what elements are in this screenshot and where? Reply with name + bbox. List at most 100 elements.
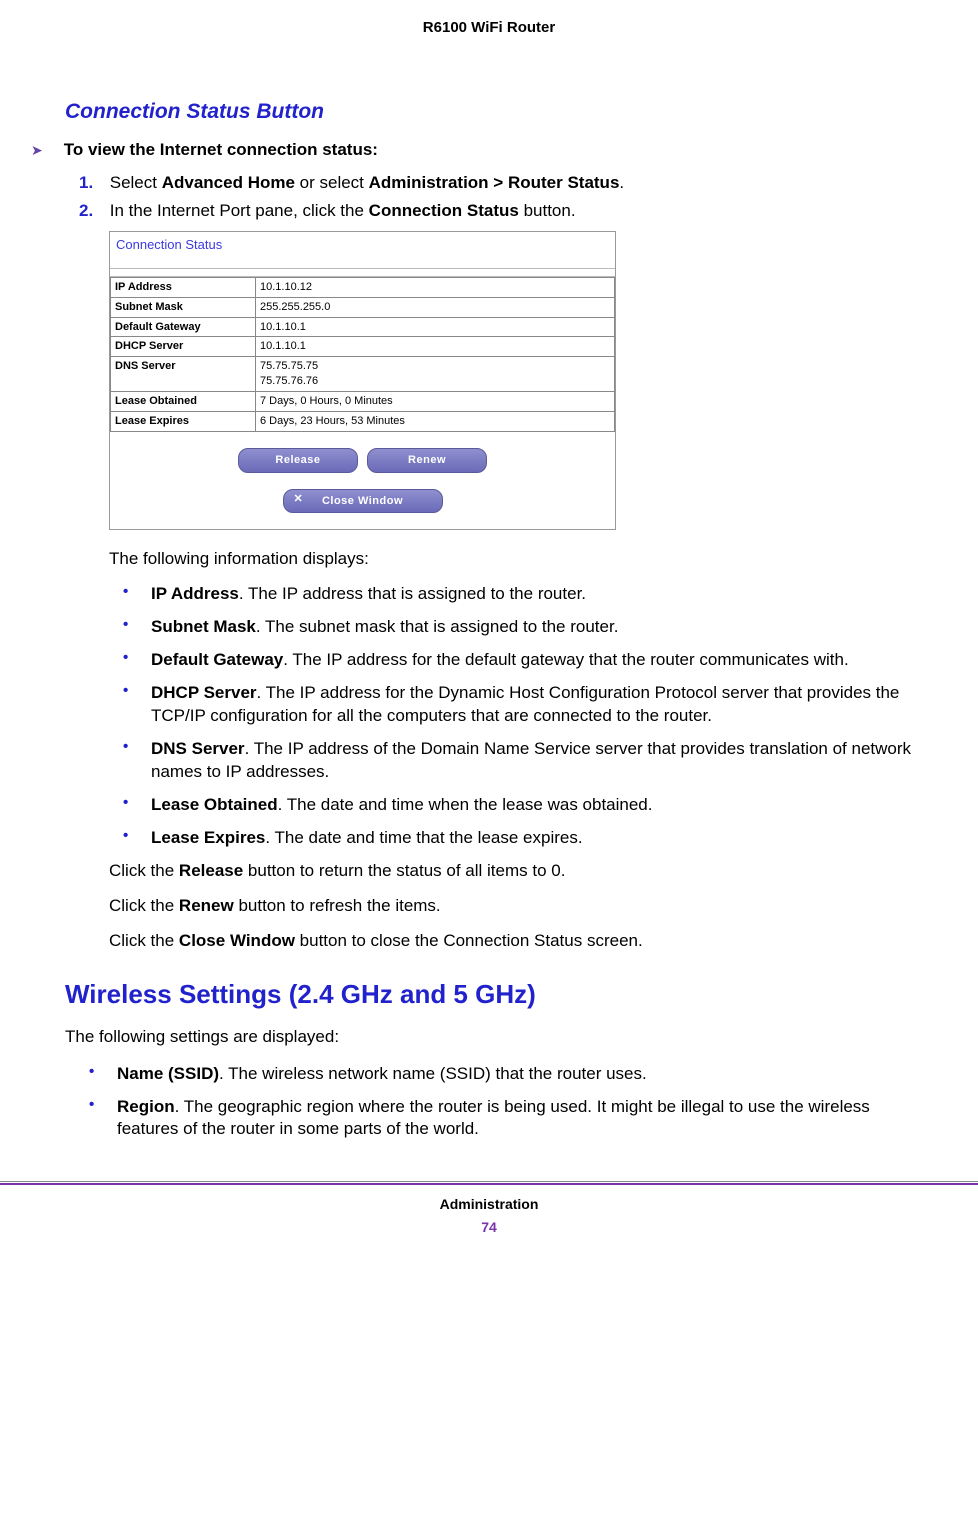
wireless-field-list: •Name (SSID). The wireless network name …	[89, 1063, 913, 1142]
paragraph: Click the Close Window button to close t…	[109, 930, 913, 953]
text: button.	[519, 201, 576, 220]
bold: Renew	[179, 896, 234, 915]
step-text: Select Advanced Home or select Administr…	[110, 172, 910, 195]
page-footer: Administration 74	[0, 1181, 978, 1257]
status-table: IP Address10.1.10.12 Subnet Mask255.255.…	[110, 277, 615, 432]
bullet-icon: •	[89, 1063, 117, 1086]
list-text: Lease Expires. The date and time that th…	[151, 827, 913, 850]
heading-wireless-settings: Wireless Settings (2.4 GHz and 5 GHz)	[65, 977, 913, 1012]
dialog-title: Connection Status	[110, 232, 615, 269]
table-row: DNS Server75.75.75.75 75.75.76.76	[111, 357, 615, 392]
table-row: Subnet Mask255.255.255.0	[111, 297, 615, 317]
label: Lease Expires	[111, 411, 256, 431]
intro-text: The following settings are displayed:	[65, 1026, 913, 1049]
value: 10.1.10.12	[256, 277, 615, 297]
step-1: 1. Select Advanced Home or select Admini…	[79, 172, 913, 195]
text: .	[619, 173, 624, 192]
release-button[interactable]: Release	[238, 448, 358, 473]
close-window-button[interactable]: ✕ Close Window	[283, 489, 443, 514]
value: 10.1.10.1	[256, 337, 615, 357]
label: DNS Server	[111, 357, 256, 392]
bullet-icon: •	[123, 616, 151, 639]
list-item: •Default Gateway. The IP address for the…	[123, 649, 913, 672]
field-desc: . The subnet mask that is assigned to th…	[256, 617, 619, 636]
field-label: Region	[117, 1097, 175, 1116]
list-item: •DHCP Server. The IP address for the Dyn…	[123, 682, 913, 728]
bold: Advanced Home	[162, 173, 295, 192]
list-text: Name (SSID). The wireless network name (…	[117, 1063, 913, 1086]
label: Lease Obtained	[111, 392, 256, 412]
field-list: •IP Address. The IP address that is assi…	[123, 583, 913, 849]
step-2: 2. In the Internet Port pane, click the …	[79, 200, 913, 223]
subheading-connection-status: Connection Status Button	[65, 98, 913, 126]
dialog-button-row: ✕ Close Window	[110, 489, 615, 530]
list-text: Lease Obtained. The date and time when t…	[151, 794, 913, 817]
value: 7 Days, 0 Hours, 0 Minutes	[256, 392, 615, 412]
connection-status-screenshot: Connection Status IP Address10.1.10.12 S…	[109, 231, 616, 530]
text: In the Internet Port pane, click the	[110, 201, 369, 220]
bullet-icon: •	[123, 583, 151, 606]
table-row: Lease Expires6 Days, 23 Hours, 53 Minute…	[111, 411, 615, 431]
list-text: DNS Server. The IP address of the Domain…	[151, 738, 913, 784]
step-text: In the Internet Port pane, click the Con…	[110, 200, 910, 223]
list-item: •DNS Server. The IP address of the Domai…	[123, 738, 913, 784]
list-item: •Region. The geographic region where the…	[89, 1096, 913, 1142]
intro-text: The following information displays:	[109, 548, 913, 571]
field-desc: . The wireless network name (SSID) that …	[219, 1064, 647, 1083]
step-number: 2.	[79, 200, 105, 223]
bullet-icon: •	[123, 649, 151, 672]
label: DHCP Server	[111, 337, 256, 357]
text: Select	[110, 173, 162, 192]
field-desc: . The date and time that the lease expir…	[265, 828, 582, 847]
text: or select	[295, 173, 369, 192]
list-text: Subnet Mask. The subnet mask that is ass…	[151, 616, 913, 639]
bullet-icon: •	[123, 794, 151, 817]
text: button to return the status of all items…	[243, 861, 565, 880]
field-desc: . The geographic region where the router…	[117, 1097, 870, 1139]
page-content: Connection Status Button ➤ To view the I…	[0, 98, 978, 1141]
paragraph: Click the Release button to return the s…	[109, 860, 913, 883]
button-label: Close Window	[322, 495, 403, 507]
bold: Connection Status	[369, 201, 519, 220]
table-row: Lease Obtained7 Days, 0 Hours, 0 Minutes	[111, 392, 615, 412]
bold: Administration > Router Status	[369, 173, 620, 192]
bullet-icon: •	[123, 827, 151, 850]
field-label: Subnet Mask	[151, 617, 256, 636]
text: button to close the Connection Status sc…	[295, 931, 643, 950]
table-row: Default Gateway10.1.10.1	[111, 317, 615, 337]
field-desc: . The IP address of the Domain Name Serv…	[151, 739, 911, 781]
list-text: DHCP Server. The IP address for the Dyna…	[151, 682, 913, 728]
value: 255.255.255.0	[256, 297, 615, 317]
task-line: ➤ To view the Internet connection status…	[31, 139, 913, 162]
text: button to refresh the items.	[234, 896, 441, 915]
step-number: 1.	[79, 172, 105, 195]
list-text: IP Address. The IP address that is assig…	[151, 583, 913, 606]
text: Click the	[109, 861, 179, 880]
task-text: To view the Internet connection status:	[64, 140, 378, 159]
bullet-icon: •	[123, 738, 151, 784]
value: 75.75.75.75 75.75.76.76	[256, 357, 615, 392]
field-desc: . The IP address that is assigned to the…	[239, 584, 586, 603]
paragraph: Click the Renew button to refresh the it…	[109, 895, 913, 918]
text: Click the	[109, 896, 179, 915]
list-item: •Name (SSID). The wireless network name …	[89, 1063, 913, 1086]
divider	[110, 269, 615, 277]
table-row: DHCP Server10.1.10.1	[111, 337, 615, 357]
field-label: Name (SSID)	[117, 1064, 219, 1083]
field-label: IP Address	[151, 584, 239, 603]
bold: Close Window	[179, 931, 295, 950]
label: Default Gateway	[111, 317, 256, 337]
field-label: DHCP Server	[151, 683, 257, 702]
page-header: R6100 WiFi Router	[0, 0, 978, 98]
table-row: IP Address10.1.10.12	[111, 277, 615, 297]
renew-button[interactable]: Renew	[367, 448, 487, 473]
field-desc: . The IP address for the Dynamic Host Co…	[151, 683, 899, 725]
field-label: Default Gateway	[151, 650, 283, 669]
field-label: Lease Expires	[151, 828, 265, 847]
footer-page-number: 74	[0, 1214, 978, 1257]
close-icon: ✕	[294, 492, 304, 507]
label: IP Address	[111, 277, 256, 297]
task-arrow-icon: ➤	[31, 139, 59, 160]
bullet-icon: •	[123, 682, 151, 728]
text: Click the	[109, 931, 179, 950]
